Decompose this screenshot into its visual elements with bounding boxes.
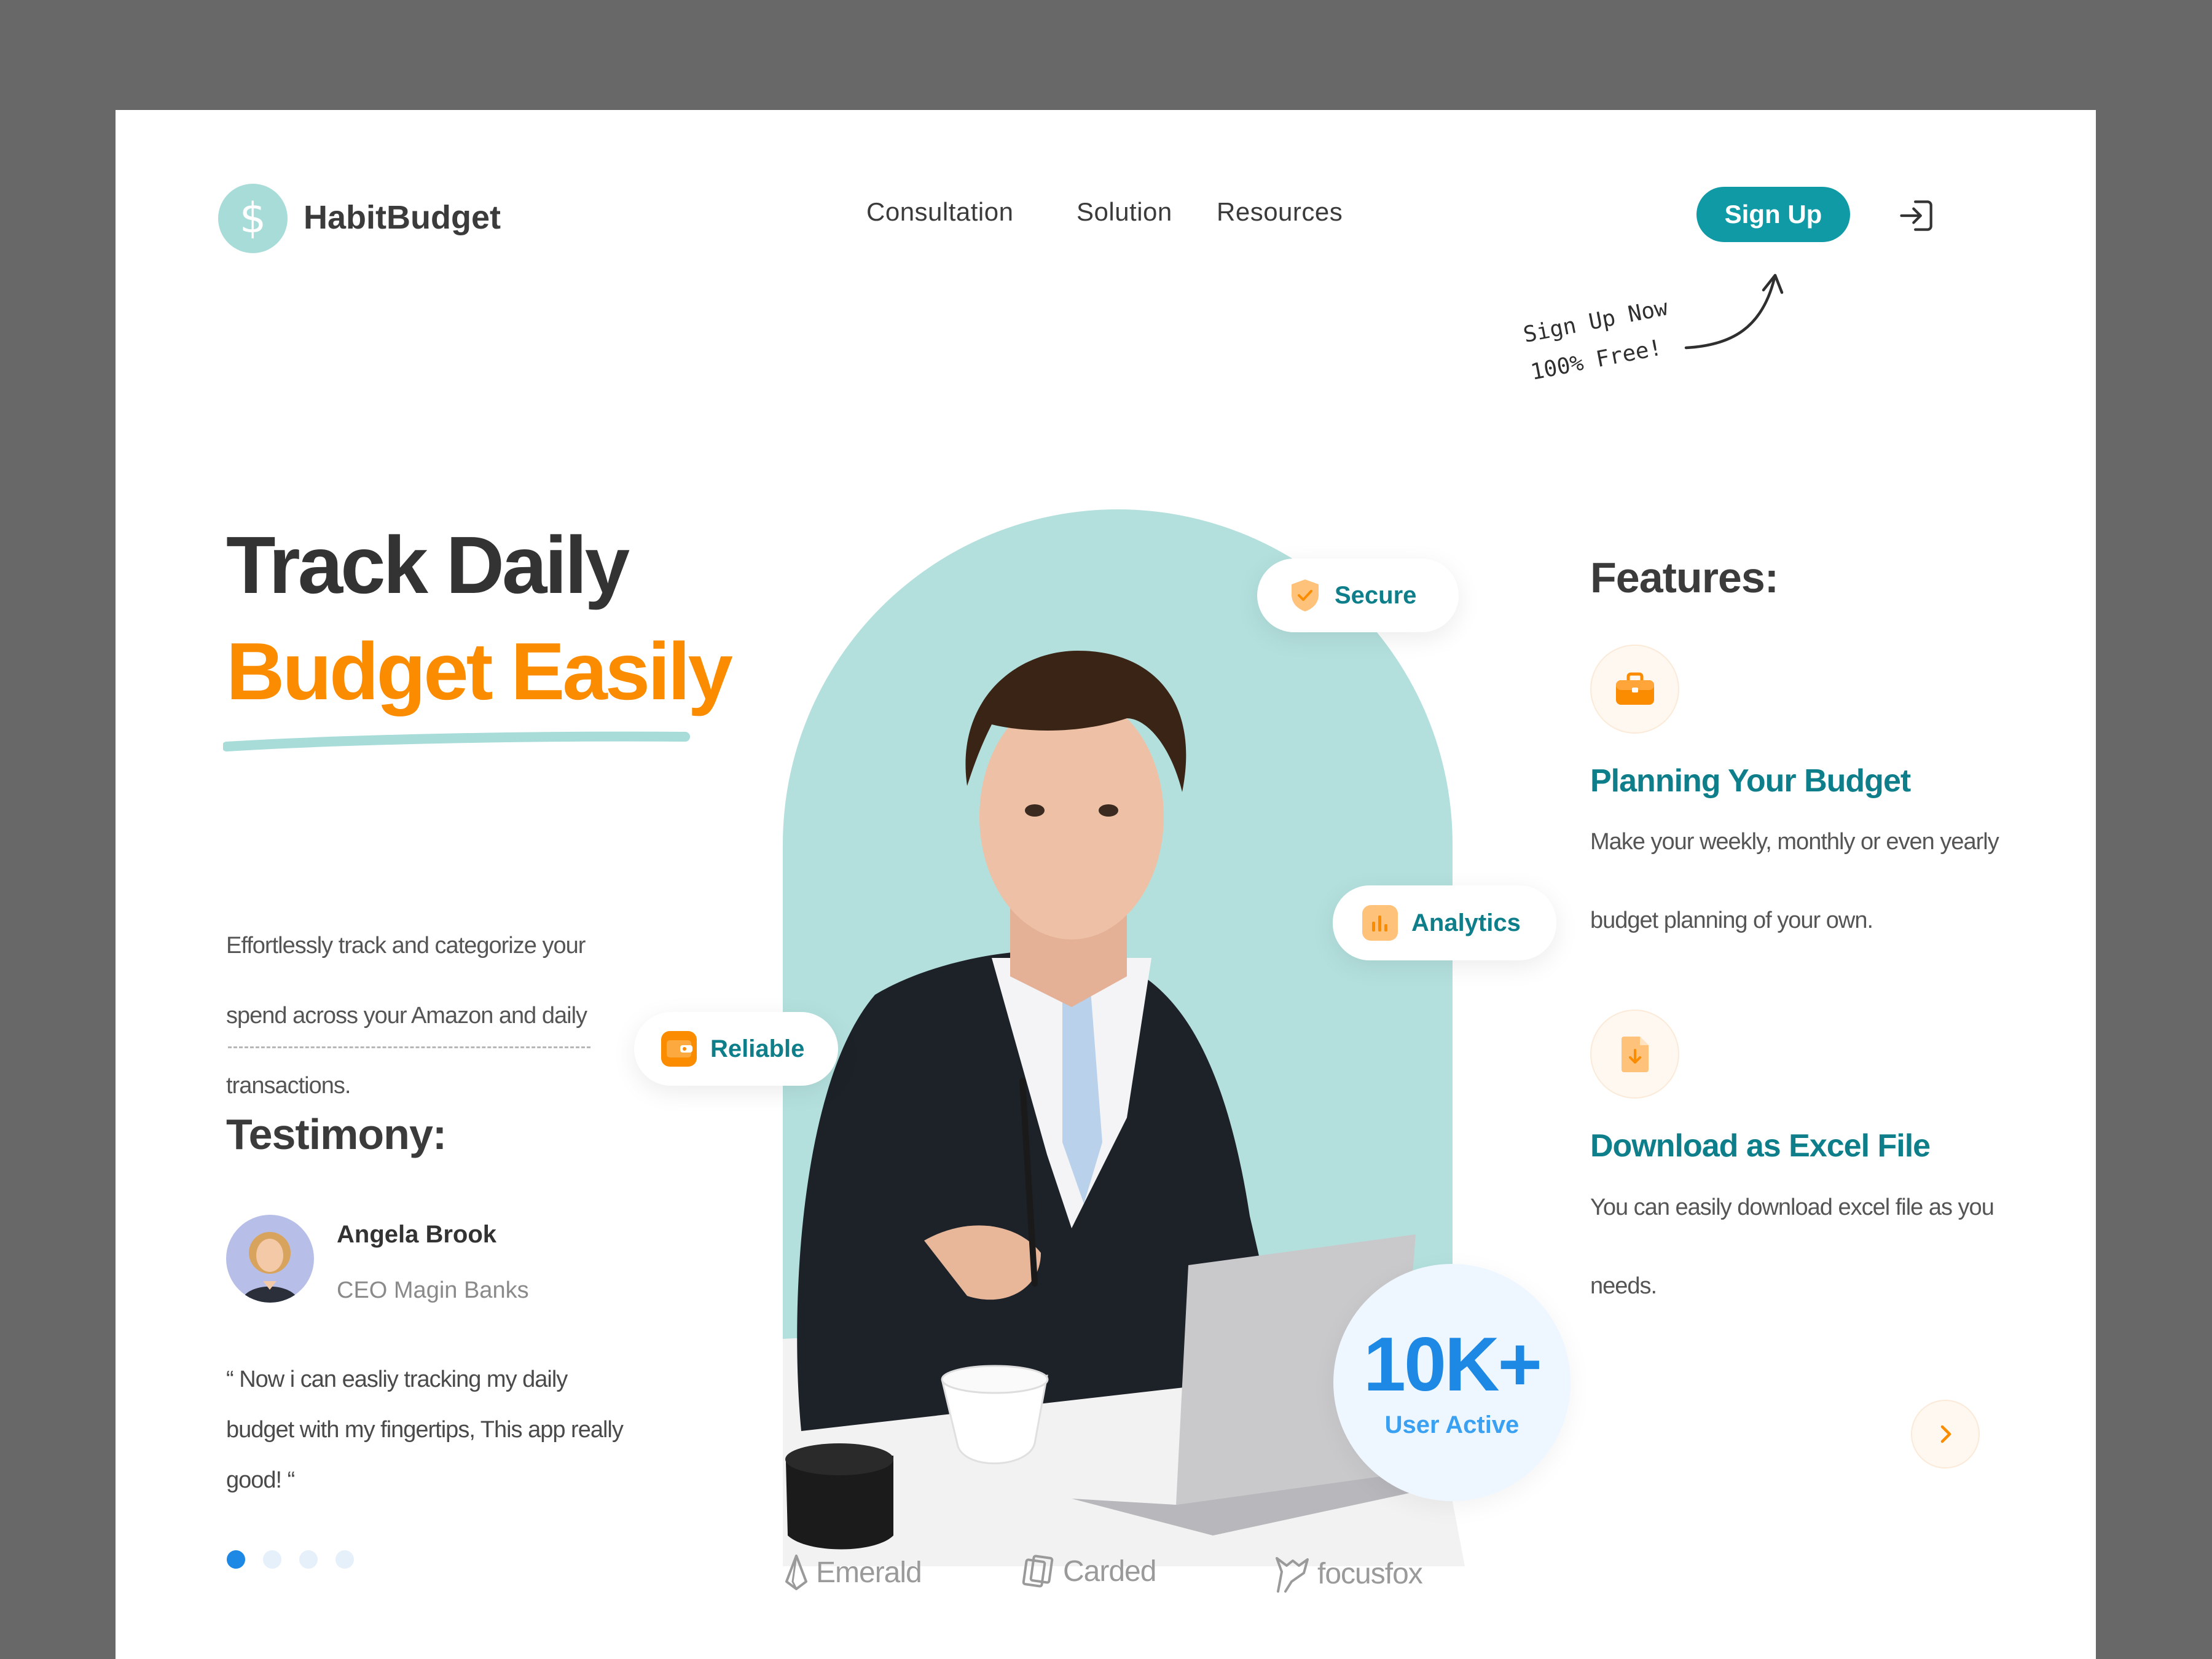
hero-title-line-1: Track Daily (226, 520, 630, 610)
feature-2-line: You can easily download excel file as yo… (1590, 1194, 1994, 1220)
chevron-right-icon (1940, 1425, 1951, 1443)
carousel-dot-2[interactable] (263, 1550, 281, 1569)
dashed-divider (228, 1046, 590, 1048)
logo-dollar-icon[interactable]: $ (218, 184, 288, 253)
carded-logo-icon (1022, 1555, 1054, 1588)
user-stat-badge: 10K+ User Active (1333, 1264, 1571, 1501)
badge-secure: Secure (1257, 559, 1459, 632)
feature-2-line: needs. (1590, 1273, 1657, 1299)
avatar (226, 1215, 314, 1303)
brush-underline (223, 731, 690, 751)
partner-logo-emerald: Emerald (783, 1553, 922, 1591)
feature-2-title: Download as Excel File (1590, 1128, 1931, 1164)
feature-1-line: budget planning of your own. (1590, 908, 1873, 933)
login-icon[interactable] (1896, 195, 1938, 237)
badge-reliable: Reliable (634, 1012, 838, 1086)
testimony-quote: “ Now i can easliy tracking my daily bud… (226, 1354, 693, 1505)
wallet-icon (661, 1031, 697, 1067)
hero-description-line: spend across your Amazon and daily (226, 1003, 587, 1029)
testimony-role: CEO Magin Banks (337, 1277, 529, 1303)
partner-logo-focusfox: focusfox (1273, 1553, 1423, 1594)
nav-solution[interactable]: Solution (1077, 197, 1172, 227)
partner-name: Carded (1063, 1555, 1156, 1588)
hero-description: Effortlessly track and categorize your s… (226, 911, 669, 1121)
hero-title-line-2: Budget Easily (226, 626, 733, 716)
promo-note: Sign Up Now 100% Free! (1520, 289, 1679, 392)
page-frame: $ HabitBudget Consultation Solution Reso… (116, 110, 2096, 1659)
fox-logo-icon (1276, 1557, 1309, 1593)
testimony-quote-line: good! “ (226, 1467, 295, 1493)
partner-name: Emerald (816, 1556, 922, 1589)
badge-analytics: Analytics (1333, 885, 1556, 960)
bar-chart-icon (1362, 905, 1398, 941)
partner-name: focusfox (1317, 1557, 1423, 1590)
logo-text[interactable]: HabitBudget (304, 198, 501, 237)
feature-1-line: Make your weekly, monthly or even yearly (1590, 829, 1999, 855)
testimony-quote-line: “ Now i can easliy tracking my daily (226, 1367, 568, 1392)
emerald-logo-icon (785, 1555, 807, 1590)
next-button[interactable] (1911, 1400, 1980, 1469)
testimony-name: Angela Brook (337, 1221, 497, 1248)
badge-analytics-label: Analytics (1411, 909, 1521, 936)
nav-resources[interactable]: Resources (1217, 197, 1343, 227)
user-stat-label: User Active (1384, 1411, 1520, 1438)
badge-secure-label: Secure (1335, 581, 1417, 609)
nav-consultation[interactable]: Consultation (866, 197, 1013, 227)
features-title: Features: (1590, 554, 1779, 602)
partner-logo-carded: Carded (1020, 1553, 1156, 1589)
carousel-dot-1[interactable] (227, 1550, 245, 1569)
carousel-dot-4[interactable] (335, 1550, 354, 1569)
user-stat-value: 10K+ (1363, 1322, 1542, 1407)
briefcase-icon (1590, 645, 1679, 734)
testimony-title: Testimony: (226, 1110, 447, 1158)
curved-arrow-icon (1684, 273, 1784, 350)
sign-up-button[interactable]: Sign Up (1696, 187, 1850, 242)
feature-1-title: Planning Your Budget (1590, 763, 1911, 799)
badge-reliable-label: Reliable (710, 1035, 805, 1062)
hero-description-line: Effortlessly track and categorize your (226, 933, 586, 959)
shield-icon (1292, 579, 1319, 611)
feature-2-description: You can easily download excel file as yo… (1590, 1168, 2039, 1325)
download-file-icon (1590, 1010, 1679, 1099)
carousel-dot-3[interactable] (299, 1550, 318, 1569)
testimony-quote-line: budget with my fingertips, This app real… (226, 1417, 624, 1443)
feature-1-description: Make your weekly, monthly or even yearly… (1590, 802, 2039, 960)
